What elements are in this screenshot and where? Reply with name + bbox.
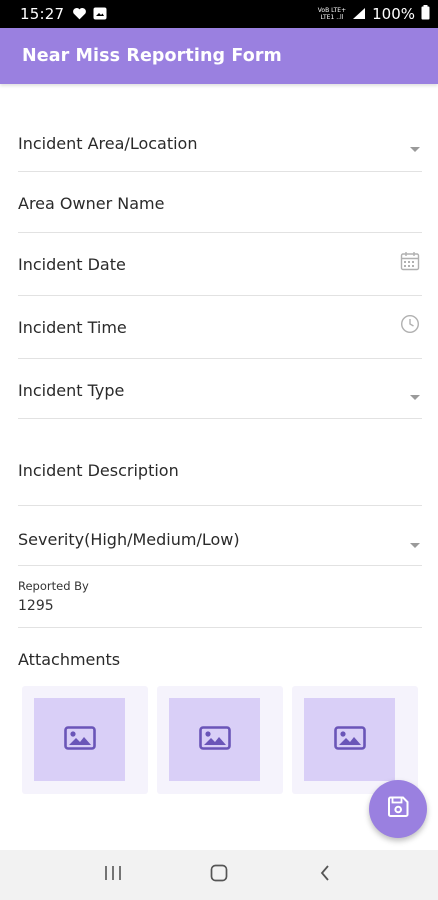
severity-label: Severity(High/Medium/Low) [18, 530, 240, 549]
dropdown-arrow-icon [410, 138, 420, 157]
incident-description-field[interactable]: Incident Description [18, 419, 422, 506]
clock-icon[interactable] [400, 314, 420, 338]
incident-date-label: Incident Date [18, 255, 126, 274]
attachments-label: Attachments [18, 650, 121, 669]
recent-apps-button[interactable] [93, 855, 133, 895]
status-time: 15:27 [20, 5, 65, 23]
home-icon [210, 864, 228, 886]
heart-icon [72, 5, 87, 24]
dropdown-arrow-icon [410, 386, 420, 405]
reported-by-value: 1295 [18, 598, 54, 614]
incident-time-field[interactable]: Incident Time [18, 296, 422, 359]
attachment-tile[interactable] [292, 686, 418, 794]
incident-date-field[interactable]: Incident Date [18, 233, 422, 296]
reported-by-field[interactable]: Reported By 1295 [18, 566, 422, 628]
incident-area-dropdown[interactable]: Incident Area/Location [18, 112, 422, 172]
network-indicator: VoB LTE+ LTE1 ..ll [317, 7, 347, 21]
battery-icon [421, 4, 430, 24]
area-owner-name-field[interactable]: Area Owner Name [18, 172, 422, 233]
incident-time-label: Incident Time [18, 318, 127, 337]
dropdown-arrow-icon [410, 534, 420, 553]
photo-notification-icon [93, 5, 107, 24]
battery-percent: 100% [372, 5, 415, 23]
incident-area-label: Incident Area/Location [18, 134, 198, 153]
system-nav-bar [0, 850, 438, 900]
back-button[interactable] [305, 855, 345, 895]
recent-apps-icon [104, 865, 122, 885]
page-title: Near Miss Reporting Form [22, 46, 282, 66]
area-owner-name-label: Area Owner Name [18, 194, 165, 213]
incident-type-dropdown[interactable]: Incident Type [18, 359, 422, 419]
save-icon [387, 796, 409, 822]
image-icon [63, 725, 96, 754]
attachment-tile[interactable] [22, 686, 148, 794]
incident-type-label: Incident Type [18, 381, 125, 400]
attachment-tile[interactable] [157, 686, 283, 794]
home-button[interactable] [199, 855, 239, 895]
image-icon [198, 725, 231, 754]
severity-dropdown[interactable]: Severity(High/Medium/Low) [18, 506, 422, 566]
save-button[interactable] [369, 780, 427, 838]
calendar-icon[interactable] [400, 251, 420, 275]
status-bar: 15:27 VoB LTE+ LTE1 ..ll 100% [0, 0, 438, 28]
image-icon [333, 725, 366, 754]
signal-icon [352, 5, 366, 24]
reported-by-label: Reported By [18, 579, 89, 593]
incident-description-label: Incident Description [18, 461, 179, 480]
app-bar: Near Miss Reporting Form [0, 28, 438, 84]
back-icon [319, 864, 331, 886]
